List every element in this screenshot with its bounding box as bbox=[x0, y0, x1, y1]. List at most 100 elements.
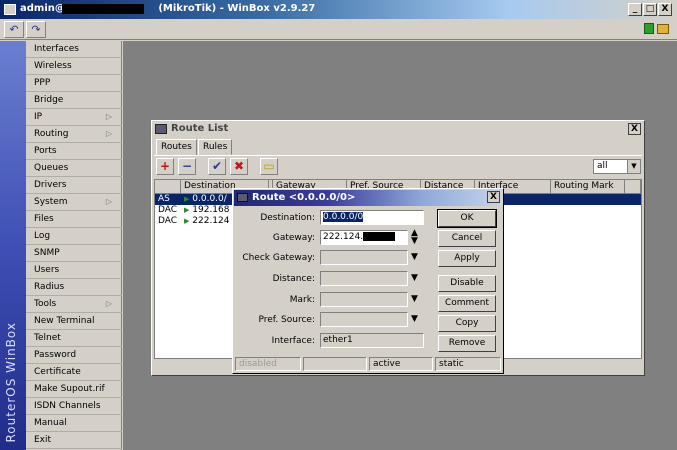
sidebar-item-exit[interactable]: Exit bbox=[26, 432, 122, 449]
sidebar-item-interfaces[interactable]: Interfaces bbox=[26, 41, 122, 58]
sidebar-item-bridge[interactable]: Bridge bbox=[26, 92, 122, 109]
window-icon bbox=[155, 124, 167, 134]
sidebar-item-label: Radius bbox=[34, 282, 65, 292]
sidebar-item-label: Drivers bbox=[34, 180, 67, 190]
sidebar-item-radius[interactable]: Radius bbox=[26, 279, 122, 296]
comment-button[interactable]: ▭ bbox=[260, 158, 278, 175]
route-list-title-bar[interactable]: Route List X bbox=[152, 121, 644, 137]
close-button[interactable]: X bbox=[658, 3, 672, 16]
tab-rules[interactable]: Rules bbox=[198, 139, 233, 155]
sidebar-item-tools[interactable]: Tools ▷ bbox=[26, 296, 122, 313]
mark-field[interactable] bbox=[320, 292, 408, 307]
sidebar-item-system[interactable]: System ▷ bbox=[26, 194, 122, 211]
add-button[interactable]: + bbox=[156, 158, 174, 175]
route-dialog-title-bar[interactable]: Route <0.0.0.0/0> X bbox=[234, 190, 502, 206]
mark-label: Mark: bbox=[289, 295, 315, 305]
disable-button[interactable]: Disable bbox=[438, 275, 496, 292]
sidebar-item-files[interactable]: Files bbox=[26, 211, 122, 228]
column-header-flags[interactable] bbox=[155, 180, 181, 194]
undo-icon[interactable]: ↶ bbox=[4, 21, 24, 38]
column-header-routing-mark[interactable]: Routing Mark bbox=[551, 180, 625, 194]
pref-source-label: Pref. Source: bbox=[258, 315, 316, 325]
lock-icon bbox=[657, 24, 669, 34]
ok-button[interactable]: OK bbox=[437, 209, 497, 228]
destination-label: Destination: bbox=[260, 213, 315, 223]
chevron-right-icon: ▷ bbox=[105, 112, 112, 121]
comment-button[interactable]: Comment bbox=[438, 295, 496, 312]
chevron-right-icon: ▷ bbox=[105, 299, 112, 308]
destination-field[interactable]: 0.0.0.0/0 bbox=[320, 210, 424, 225]
gateway-add-remove-icon[interactable]: ▲ ▼ bbox=[411, 229, 418, 246]
check-gateway-select[interactable] bbox=[320, 250, 408, 265]
sidebar-item-wireless[interactable]: Wireless bbox=[26, 58, 122, 75]
copy-button[interactable]: Copy bbox=[438, 315, 496, 332]
sidebar-item-label: Routing bbox=[34, 129, 69, 139]
sidebar-item-password[interactable]: Password bbox=[26, 347, 122, 364]
window-title-bar[interactable]: admin@ (MikroTik) - WinBox v2.9.27 _ □ X bbox=[0, 0, 677, 19]
sidebar-item-queues[interactable]: Queues bbox=[26, 160, 122, 177]
maximize-button[interactable]: □ bbox=[643, 3, 657, 16]
chevron-down-icon[interactable]: ▼ bbox=[411, 314, 418, 324]
sidebar-brand: RouterOS WinBox bbox=[0, 41, 26, 450]
sidebar-item-routing[interactable]: Routing ▷ bbox=[26, 126, 122, 143]
distance-label: Distance: bbox=[272, 274, 315, 284]
interface-field: ether1 bbox=[320, 333, 424, 348]
filter-select[interactable]: all ▼ bbox=[593, 159, 641, 174]
sidebar-item-log[interactable]: Log bbox=[26, 228, 122, 245]
route-list-title: Route List bbox=[171, 123, 229, 134]
sidebar-item-label: Interfaces bbox=[34, 44, 79, 54]
gateway-label: Gateway: bbox=[272, 233, 315, 243]
sidebar-item-label: Tools bbox=[34, 299, 57, 309]
sidebar-item-label: Bridge bbox=[34, 95, 64, 105]
sidebar-item-snmp[interactable]: SNMP bbox=[26, 245, 122, 262]
chevron-down-icon: ▼ bbox=[627, 160, 640, 173]
sidebar-item-users[interactable]: Users bbox=[26, 262, 122, 279]
sidebar-item-label: Users bbox=[34, 265, 60, 275]
minimize-button[interactable]: _ bbox=[628, 3, 642, 16]
route-dialog-close-button[interactable]: X bbox=[487, 191, 500, 203]
column-header-extra bbox=[625, 180, 641, 194]
sidebar-item-make-supout-rif[interactable]: Make Supout.rif bbox=[26, 381, 122, 398]
enable-button[interactable]: ✔ bbox=[208, 158, 226, 175]
sidebar-item-telnet[interactable]: Telnet bbox=[26, 330, 122, 347]
chevron-down-icon[interactable]: ▼ bbox=[411, 252, 418, 262]
window-icon bbox=[4, 4, 16, 15]
sidebar-item-label: Certificate bbox=[34, 367, 81, 377]
cancel-button[interactable]: Cancel bbox=[438, 230, 496, 247]
gateway-field[interactable]: 222.124. bbox=[320, 230, 408, 245]
sidebar-item-certificate[interactable]: Certificate bbox=[26, 364, 122, 381]
route-list-close-button[interactable]: X bbox=[628, 123, 641, 135]
chevron-down-icon[interactable]: ▼ bbox=[411, 294, 418, 304]
sidebar-item-label: PPP bbox=[34, 78, 51, 88]
sidebar-item-drivers[interactable]: Drivers bbox=[26, 177, 122, 194]
sidebar-item-ports[interactable]: Ports bbox=[26, 143, 122, 160]
row-flag: AS bbox=[158, 194, 170, 204]
sidebar-item-new-terminal[interactable]: New Terminal bbox=[26, 313, 122, 330]
sidebar-item-label: Password bbox=[34, 350, 77, 360]
distance-field[interactable] bbox=[320, 271, 408, 286]
redacted-address bbox=[363, 232, 396, 241]
redo-icon[interactable]: ↷ bbox=[26, 21, 46, 38]
tab-routes[interactable]: Routes bbox=[156, 139, 197, 155]
sidebar-item-ip[interactable]: IP ▷ bbox=[26, 109, 122, 126]
sidebar-item-label: Ports bbox=[34, 146, 57, 156]
row-flag: DAC bbox=[158, 205, 178, 215]
pref-source-field[interactable] bbox=[320, 312, 408, 327]
status-disabled: disabled bbox=[235, 357, 301, 371]
sidebar-item-label: Queues bbox=[34, 163, 69, 173]
status-active: active bbox=[369, 357, 433, 371]
sidebar-item-manual[interactable]: Manual bbox=[26, 415, 122, 432]
status-empty bbox=[303, 357, 367, 371]
sidebar-item-isdn-channels[interactable]: ISDN Channels bbox=[26, 398, 122, 415]
remove-button[interactable]: Remove bbox=[438, 335, 496, 352]
sidebar-item-ppp[interactable]: PPP bbox=[26, 75, 122, 92]
interface-label: Interface: bbox=[271, 336, 315, 346]
apply-button[interactable]: Apply bbox=[438, 250, 496, 267]
chevron-down-icon[interactable]: ▼ bbox=[411, 273, 418, 283]
row-flag: DAC bbox=[158, 216, 178, 226]
chevron-right-icon: ▷ bbox=[105, 129, 112, 138]
disable-button[interactable]: ✖ bbox=[230, 158, 248, 175]
remove-button[interactable]: − bbox=[178, 158, 196, 175]
tab-divider bbox=[154, 155, 642, 156]
check-gateway-label: Check Gateway: bbox=[242, 253, 315, 263]
